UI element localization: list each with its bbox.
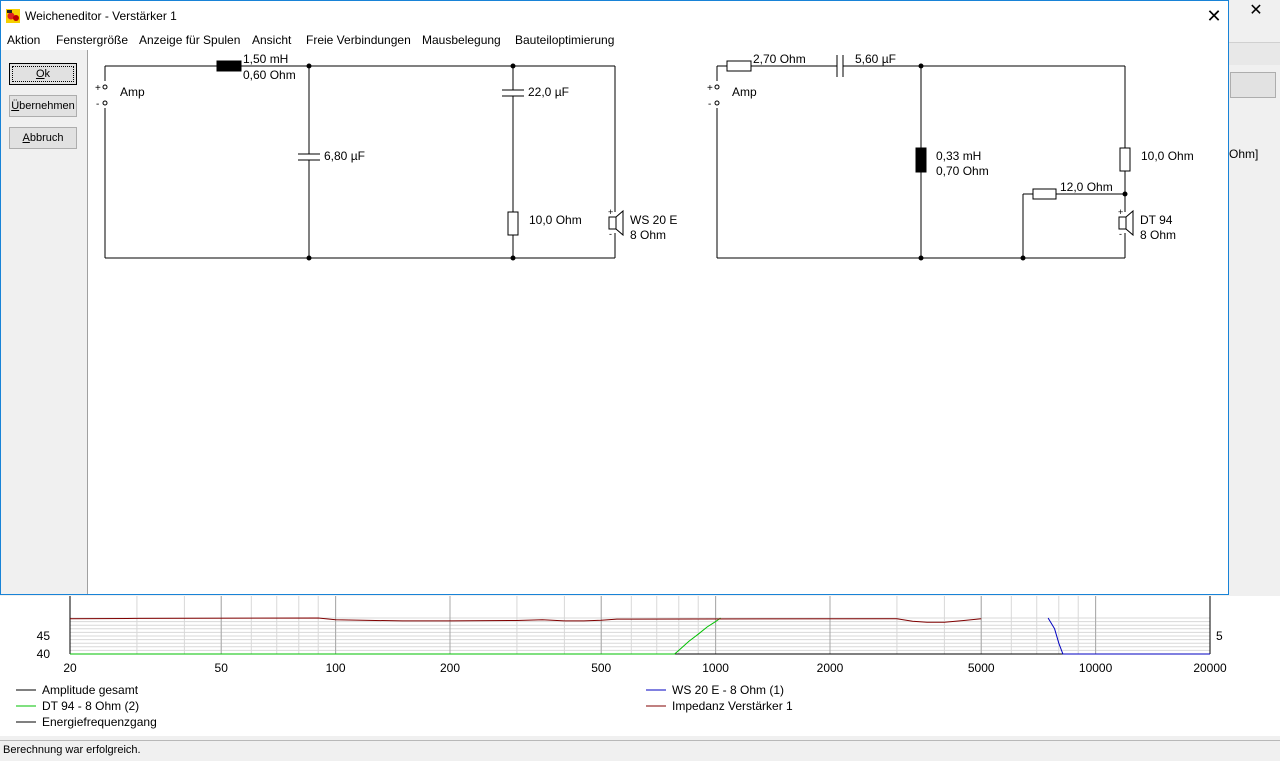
dialog-title: Weicheneditor - Verstärker 1 (25, 9, 177, 23)
right-shunt-coil[interactable] (915, 147, 927, 173)
left-speaker-name: WS 20 E (630, 213, 677, 227)
chart-legend-label: Energiefrequenzgang (42, 715, 157, 729)
chart-x-tick-label: 200 (440, 661, 460, 675)
status-text: Berechnung war erfolgreich. (3, 744, 141, 756)
left-amp-minus: - (96, 99, 99, 110)
status-bar: Berechnung war erfolgreich. (0, 740, 1280, 761)
right-coil-resistance: 0,70 Ohm (936, 164, 989, 178)
chart-y-tick-label: 40 (37, 647, 51, 661)
right-series-capacitor[interactable] (836, 55, 844, 77)
dialog-close-icon[interactable]: ✕ (1201, 3, 1227, 29)
left-series-coil[interactable] (216, 60, 242, 72)
right-series-resistor-value: 2,70 Ohm (753, 52, 806, 66)
right-resistor-vertical[interactable] (1119, 147, 1131, 172)
apply-label: bernehmen (19, 100, 75, 112)
menu-anzeige-spulen[interactable]: Anzeige für Spulen (139, 33, 240, 47)
right-resistor-vertical-value: 10,0 Ohm (1141, 149, 1194, 163)
left-speaker-minus: - (609, 229, 612, 239)
cancel-mnemonic: A (22, 132, 30, 144)
schematic-canvas[interactable]: + - Amp 1,50 mH 0,60 Ohm 6,80 µF 22,0 µF… (89, 50, 1228, 594)
right-speaker-plus: + (1118, 207, 1123, 217)
chart-x-tick-label: 500 (591, 661, 611, 675)
main-unit-label: Ohm] (1229, 147, 1259, 161)
ok-label: k (44, 68, 51, 80)
right-speaker-impedance: 8 Ohm (1140, 228, 1176, 242)
right-amp-label: Amp (732, 85, 757, 99)
menu-aktion[interactable]: Aktion (7, 33, 40, 47)
frequency-chart-svg: 20 50 100 200 500 1000 2000 5000 10000 20000 45 40 5… (16, 596, 1227, 729)
main-toolbar-strip (1228, 42, 1280, 65)
left-amp-terminals (102, 84, 108, 106)
left-amp-plus: + (95, 83, 101, 94)
apply-mnemonic: Ü (11, 100, 20, 112)
right-speaker-minus: - (1119, 229, 1122, 239)
right-amp-plus: + (707, 83, 713, 94)
left-speaker-plus: + (608, 207, 613, 217)
chart-legend-label: Amplitude gesamt (42, 683, 139, 697)
right-coil-value: 0,33 mH (936, 149, 981, 163)
chart-y-tick-label: 45 (37, 629, 51, 643)
app-icon (6, 9, 20, 23)
left-cap2-value: 22,0 µF (528, 85, 569, 99)
ok-button[interactable]: Ok (9, 63, 77, 85)
frequency-chart: 20 50 100 200 500 1000 2000 5000 10000 20000 45 40 5… (0, 596, 1280, 736)
left-resistor[interactable] (507, 211, 519, 236)
left-capacitor-2[interactable] (502, 89, 524, 97)
menu-bar: Aktion Fenstergröße Anzeige für Spulen A… (1, 31, 1228, 50)
right-resistor-horizontal[interactable] (1032, 188, 1057, 200)
left-resistor-value: 10,0 Ohm (529, 213, 582, 227)
right-series-resistor[interactable] (726, 60, 752, 72)
chart-x-tick-label: 20000 (1193, 661, 1227, 675)
chart-legend-label: WS 20 E - 8 Ohm (1) (672, 683, 784, 697)
left-coil-value: 1,50 mH (243, 52, 288, 66)
left-speaker-impedance: 8 Ohm (630, 228, 666, 242)
chart-x-tick-label: 20 (63, 661, 77, 675)
chart-x-tick-label: 5000 (968, 661, 995, 675)
chart-legend-label: Impedanz Verstärker 1 (672, 699, 793, 713)
main-input-field[interactable] (1230, 72, 1276, 98)
chart-x-tick-label: 50 (215, 661, 229, 675)
chart-legend-label: DT 94 - 8 Ohm (2) (42, 699, 139, 713)
chart-x-tick-label: 2000 (817, 661, 844, 675)
right-speaker-name: DT 94 (1140, 213, 1173, 227)
schematic-svg: + - Amp 1,50 mH 0,60 Ohm 6,80 µF 22,0 µF… (95, 52, 1194, 261)
menu-mausbelegung[interactable]: Mausbelegung (422, 33, 501, 47)
ok-mnemonic: O (35, 68, 45, 80)
left-shunt-capacitor[interactable] (298, 153, 320, 161)
menu-fenstergroesse[interactable]: Fenstergröße (56, 33, 128, 47)
right-amp-terminals (714, 84, 720, 106)
menu-freie-verbindungen[interactable]: Freie Verbindungen (306, 33, 411, 47)
chart-y2-tick-label: 5 (1216, 629, 1223, 643)
right-amp-minus: - (708, 99, 711, 110)
menu-bauteiloptimierung[interactable]: Bauteiloptimierung (515, 33, 614, 47)
left-amp-label: Amp (120, 85, 145, 99)
button-panel: Ok Übernehmen Abbruch (1, 50, 88, 594)
dialog-titlebar[interactable]: Weicheneditor - Verstärker 1 ✕ (1, 1, 1228, 31)
right-series-cap-value: 5,60 µF (855, 52, 896, 66)
left-shunt-cap-value: 6,80 µF (324, 149, 365, 163)
left-coil-resistance: 0,60 Ohm (243, 68, 296, 82)
chart-x-tick-label: 100 (326, 661, 346, 675)
main-close-icon[interactable]: ✕ (1247, 2, 1265, 20)
cancel-label: bbruch (29, 132, 64, 144)
crossover-editor-dialog: Weicheneditor - Verstärker 1 ✕ Aktion Fe… (0, 0, 1229, 595)
chart-x-tick-label: 10000 (1079, 661, 1113, 675)
apply-button[interactable]: Übernehmen (9, 95, 77, 117)
chart-x-tick-label: 1000 (702, 661, 729, 675)
menu-ansicht[interactable]: Ansicht (252, 33, 291, 47)
right-resistor-horizontal-value: 12,0 Ohm (1060, 180, 1113, 194)
cancel-button[interactable]: Abbruch (9, 127, 77, 149)
